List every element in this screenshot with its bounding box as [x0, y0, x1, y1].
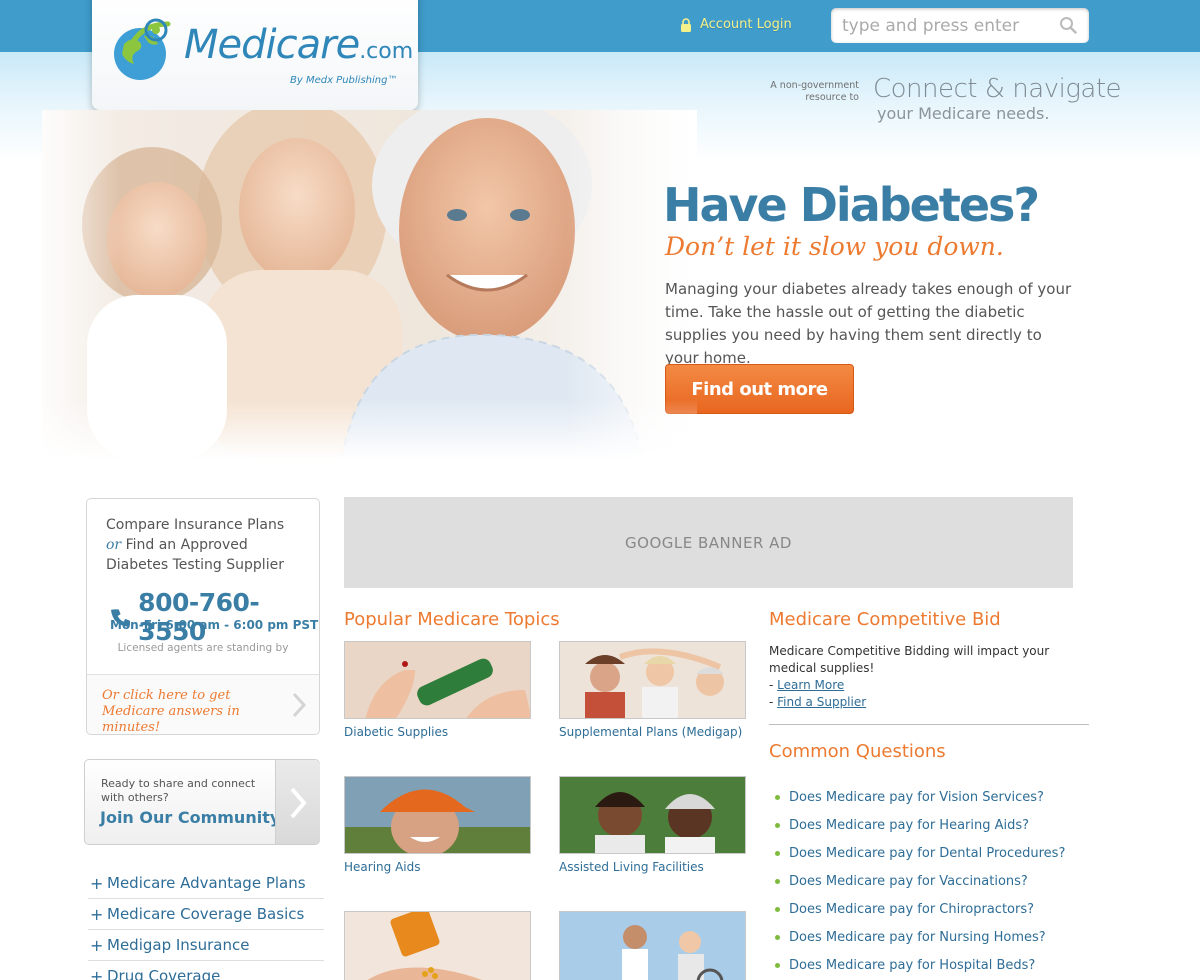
topic-image — [344, 911, 531, 980]
bullet-icon — [775, 906, 780, 912]
side-nav-coverage-basics[interactable]: + Medicare Coverage Basics — [88, 899, 324, 930]
question-vaccinations[interactable]: Does Medicare pay for Vaccinations? — [775, 867, 1095, 895]
topic-image — [344, 776, 531, 854]
side-nav-drug-coverage[interactable]: + Drug Coverage — [88, 961, 324, 980]
topic-diabetic-supplies[interactable]: Diabetic Supplies — [344, 641, 534, 739]
bullet-icon — [775, 822, 780, 828]
agents-standing-by: Licensed agents are standing by — [117, 642, 289, 654]
topic-label: Assisted Living Facilities — [559, 860, 704, 874]
hero-body: Managing your diabetes already takes eno… — [665, 280, 1072, 367]
hero-subtitle: Don’t let it slow you down. — [665, 232, 1004, 261]
phone-hours: Mon-Fri 6:00 am - 6:00 pm PST — [110, 618, 319, 632]
side-nav-label: Medicare Coverage Basics — [107, 905, 305, 923]
topic-hearing-aids[interactable]: Hearing Aids — [344, 776, 534, 874]
topic-image — [559, 641, 746, 719]
join-community-label: Join Our Community — [100, 808, 281, 827]
bullet-icon — [775, 934, 780, 940]
tagline-secondary: your Medicare needs. — [877, 104, 1050, 123]
chevron-right-icon — [290, 787, 307, 819]
question-hearing-aids[interactable]: Does Medicare pay for Hearing Aids? — [775, 811, 1095, 839]
question-vision[interactable]: Does Medicare pay for Vision Services? — [775, 783, 1095, 811]
logo-byline: By Medx Publishing™ — [290, 75, 398, 86]
hero-photo — [42, 110, 697, 460]
topic-label: Diabetic Supplies — [344, 725, 449, 739]
question-label: Does Medicare pay for Dental Procedures? — [789, 845, 1066, 861]
topic-supplemental-plans[interactable]: Supplemental Plans (Medigap) — [559, 641, 749, 739]
logo-name: Medicare — [184, 22, 360, 68]
section-divider — [769, 724, 1089, 725]
get-answers-link[interactable]: Or click here to get Medicare answers in… — [87, 674, 319, 735]
bullet-icon — [775, 794, 780, 800]
globe-logo-icon — [114, 18, 171, 80]
get-answers-text: Or click here to get Medicare answers in… — [102, 688, 240, 735]
question-label: Does Medicare pay for Hearing Aids? — [789, 817, 1030, 833]
compare-line2: Find an Approved Diabetes Testing Suppli… — [106, 537, 284, 573]
side-nav: + Medicare Advantage Plans + Medicare Cove… — [88, 868, 324, 980]
plus-icon: + — [90, 935, 104, 955]
question-label: Does Medicare pay for Vaccinations? — [789, 873, 1028, 889]
compare-or: or — [106, 537, 122, 553]
question-dental[interactable]: Does Medicare pay for Dental Procedures? — [775, 839, 1095, 867]
competitive-bid-text: Medicare Competitive Bidding will impact… — [769, 644, 1050, 709]
side-nav-label: Medigap Insurance — [107, 936, 250, 954]
side-nav-medigap[interactable]: + Medigap Insurance — [88, 930, 324, 961]
topic-label: Supplemental Plans (Medigap) — [559, 725, 743, 739]
topic-label: Hearing Aids — [344, 860, 421, 874]
topic-prescriptions[interactable] — [344, 911, 534, 980]
logo-tld: .com — [359, 39, 414, 64]
search-box — [831, 8, 1089, 43]
question-label: Does Medicare pay for Chiropractors? — [789, 901, 1035, 917]
account-login-link[interactable]: Account Login — [680, 17, 792, 32]
bullet-icon — [775, 850, 780, 856]
topic-medical-equipment[interactable] — [559, 911, 749, 980]
compare-plans-card: Compare Insurance Plans or Find an Appro… — [86, 498, 320, 735]
plus-icon: + — [90, 904, 104, 924]
logo-wordmark: Medicare.com — [184, 22, 413, 68]
bullet-icon — [775, 878, 780, 884]
plus-icon: + — [90, 873, 104, 893]
side-nav-label: Medicare Advantage Plans — [107, 874, 306, 892]
compare-title: Compare Insurance Plans or Find an Appro… — [106, 515, 306, 575]
topic-image — [559, 911, 746, 980]
search-input[interactable] — [831, 8, 1041, 43]
phone-number[interactable]: 800-760-3550 — [138, 588, 319, 646]
topic-assisted-living[interactable]: Assisted Living Facilities — [559, 776, 749, 874]
question-chiropractors[interactable]: Does Medicare pay for Chiropractors? — [775, 895, 1095, 923]
tagline-main: Connect & navigate — [873, 74, 1122, 104]
plus-icon: + — [90, 966, 104, 980]
common-questions-list: Does Medicare pay for Vision Services? D… — [775, 783, 1095, 979]
phone-line[interactable]: 800-760-3550 — [111, 588, 319, 646]
common-questions-title: Common Questions — [769, 741, 946, 762]
question-nursing-homes[interactable]: Does Medicare pay for Nursing Homes? — [775, 923, 1095, 951]
question-hospital-beds[interactable]: Does Medicare pay for Hospital Beds? — [775, 951, 1095, 979]
search-icon[interactable] — [1059, 16, 1077, 34]
topics-grid: Diabetic Supplies Supplemental Plans (Me… — [344, 641, 754, 980]
topic-image — [559, 776, 746, 854]
question-label: Does Medicare pay for Vision Services? — [789, 789, 1044, 805]
popular-topics-title: Popular Medicare Topics — [344, 609, 560, 630]
competitive-bid-description: Medicare Competitive Bidding will impact… — [769, 644, 1050, 675]
logo-card[interactable]: Medicare.com By Medx Publishing™ — [92, 0, 418, 110]
tagline-small: A non-government resource to — [770, 80, 859, 103]
side-nav-label: Drug Coverage — [107, 967, 221, 980]
question-label: Does Medicare pay for Hospital Beds? — [789, 957, 1036, 973]
join-community-card[interactable]: Ready to share and connect with others? … — [84, 759, 320, 845]
community-prompt: Ready to share and connect with others? — [101, 777, 256, 804]
question-label: Does Medicare pay for Nursing Homes? — [789, 929, 1046, 945]
find-supplier-link[interactable]: Find a Supplier — [777, 695, 866, 709]
hero-family-illustration — [42, 110, 697, 460]
chevron-right-icon — [292, 692, 307, 718]
google-banner-ad[interactable]: GOOGLE BANNER AD — [344, 497, 1073, 588]
hero-title: Have Diabetes? — [663, 178, 1040, 232]
compare-line1: Compare Insurance Plans — [106, 517, 285, 533]
account-login-label: Account Login — [700, 17, 792, 32]
competitive-bid-title: Medicare Competitive Bid — [769, 609, 1001, 630]
topic-image — [344, 641, 531, 719]
community-arrow-panel — [275, 760, 320, 844]
side-nav-medicare-advantage[interactable]: + Medicare Advantage Plans — [88, 868, 324, 899]
bullet-icon — [775, 962, 780, 968]
learn-more-link[interactable]: Learn More — [777, 678, 844, 692]
lock-icon — [681, 17, 691, 32]
